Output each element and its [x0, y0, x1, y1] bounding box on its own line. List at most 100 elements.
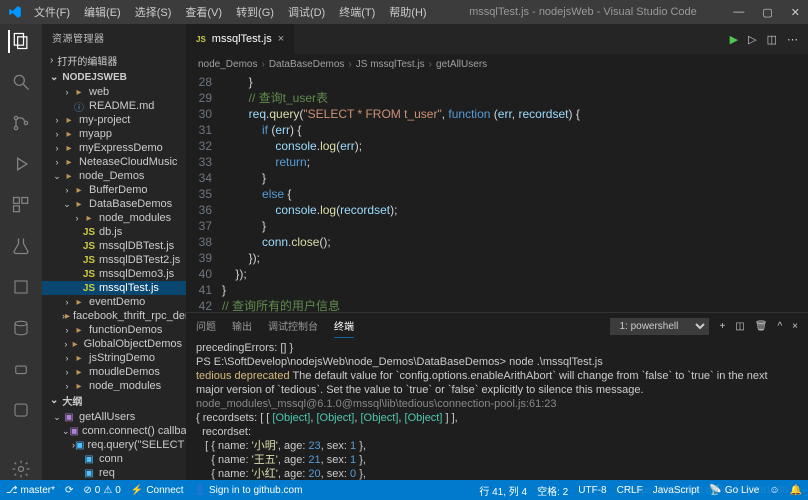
new-terminal-icon[interactable]: +	[719, 321, 725, 332]
encoding[interactable]: UTF-8	[578, 483, 606, 498]
folder-item[interactable]: ›▸myapp	[42, 127, 186, 141]
outline-tree: ⌄▣getAllUsers⌄▣conn.connect() callback›▣…	[42, 410, 186, 480]
gear-icon[interactable]	[9, 457, 33, 480]
feedback-icon[interactable]: ☺	[769, 483, 779, 498]
sidebar-title: 资源管理器	[42, 24, 186, 51]
debug-icon[interactable]	[9, 153, 33, 176]
menu-item[interactable]: 调试(D)	[282, 2, 331, 22]
menu-item[interactable]: 终端(T)	[333, 2, 381, 22]
folder-item[interactable]: ›▸myExpressDemo	[42, 141, 186, 155]
folder-item[interactable]: ›▸eventDemo	[42, 295, 186, 309]
database-icon[interactable]	[9, 316, 33, 339]
folder-item[interactable]: ›▸facebook_thrift_rpc_demo	[42, 309, 186, 323]
folder-item[interactable]: ›▸node_modules	[42, 211, 186, 225]
menu-item[interactable]: 查看(V)	[179, 2, 228, 22]
code-editor[interactable]: 2829303132333435363738394041424344 } // …	[186, 74, 808, 312]
folder-item[interactable]: ⌄▸node_Demos	[42, 169, 186, 183]
status-bar: ⎇master* ⟳ ⊘0 ⚠0 ⚡Connect 👤Sign in to gi…	[0, 480, 808, 500]
outline-item[interactable]: ▣conn	[42, 452, 186, 466]
terminal[interactable]: precedingErrors: [] }PS E:\SoftDevelop\n…	[186, 339, 808, 480]
extra-icon-3[interactable]	[9, 398, 33, 421]
panel-tab[interactable]: 终端	[334, 314, 354, 338]
open-editors-section[interactable]: ›打开的编辑器	[42, 51, 186, 70]
code-content[interactable]: } // 查询t_user表 req.query("SELECT * FROM …	[222, 74, 792, 312]
file-item[interactable]: JSmssqlDemo3.js	[42, 267, 186, 281]
problems-indicator[interactable]: ⊘0 ⚠0	[83, 485, 120, 496]
trash-icon[interactable]: 🗑	[755, 321, 768, 332]
minimize-icon[interactable]: —	[733, 6, 744, 19]
outline-section[interactable]: ⌄大纲	[42, 391, 186, 410]
close-panel-icon[interactable]: ×	[792, 321, 798, 332]
split-terminal-icon[interactable]: ◫	[735, 321, 744, 332]
close-icon[interactable]: ✕	[791, 6, 800, 19]
file-tree: ›▸webⓘREADME.md›▸my-project›▸myapp›▸myEx…	[42, 85, 186, 391]
tab-active[interactable]: JS mssqlTest.js ×	[186, 24, 295, 54]
more-icon[interactable]: ⋯	[787, 33, 798, 46]
folder-item[interactable]: ›▸jsStringDemo	[42, 351, 186, 365]
folder-item[interactable]: ›▸web	[42, 85, 186, 99]
js-icon: JS	[196, 35, 206, 44]
panel-tabs: 问题输出调试控制台终端 1: powershell + ◫ 🗑 ^ ×	[186, 313, 808, 339]
file-item[interactable]: ⓘREADME.md	[42, 99, 186, 113]
panel-tab[interactable]: 调试控制台	[268, 314, 318, 338]
folder-item[interactable]: ›▸GlobalObjectDemos	[42, 337, 186, 351]
close-tab-icon[interactable]: ×	[278, 33, 284, 45]
outline-item[interactable]: ›▣req.query("SELECT * FROM...	[42, 438, 186, 452]
panel-tab[interactable]: 问题	[196, 314, 216, 338]
branch-indicator[interactable]: ⎇master*	[6, 485, 55, 496]
split-editor-icon[interactable]: ◫	[767, 33, 777, 46]
extra-icon-2[interactable]	[9, 357, 33, 380]
menu-item[interactable]: 帮助(H)	[383, 2, 432, 22]
workspace-section[interactable]: ⌄NODEJSWEB	[42, 70, 186, 85]
outline-item[interactable]: ⌄▣conn.connect() callback	[42, 424, 186, 438]
sync-indicator[interactable]: ⟳	[65, 485, 73, 496]
breadcrumb-segment[interactable]: DataBaseDemos	[269, 59, 345, 70]
vscode-icon	[8, 5, 22, 19]
breadcrumb-segment[interactable]: node_Demos	[198, 59, 257, 70]
panel: 问题输出调试控制台终端 1: powershell + ◫ 🗑 ^ × prec…	[186, 312, 808, 480]
menu-item[interactable]: 文件(F)	[28, 2, 76, 22]
bell-icon[interactable]: 🔔	[790, 483, 802, 498]
warning-icon: ⚠	[103, 485, 112, 496]
go-live[interactable]: 📡Go Live	[709, 483, 759, 498]
outline-item[interactable]: ⌄▣getAllUsers	[42, 410, 186, 424]
eol[interactable]: CRLF	[617, 483, 643, 498]
indentation[interactable]: 空格: 2	[537, 483, 568, 498]
folder-item[interactable]: ›▸my-project	[42, 113, 186, 127]
cursor-position[interactable]: 行 41, 列 4	[479, 483, 527, 498]
search-icon[interactable]	[9, 71, 33, 94]
folder-item[interactable]: ›▸BufferDemo	[42, 183, 186, 197]
maximize-panel-icon[interactable]: ^	[777, 321, 782, 332]
menu-item[interactable]: 转到(G)	[230, 2, 280, 22]
folder-item[interactable]: ›▸functionDemos	[42, 323, 186, 337]
folder-item[interactable]: ›▸moudleDemos	[42, 365, 186, 379]
connect-indicator[interactable]: ⚡Connect	[131, 485, 184, 496]
breadcrumb-segment[interactable]: JS mssqlTest.js	[356, 59, 425, 70]
beaker-icon[interactable]	[9, 235, 33, 258]
signin-indicator[interactable]: 👤Sign in to github.com	[194, 485, 303, 496]
panel-tab[interactable]: 输出	[232, 314, 252, 338]
maximize-icon[interactable]: ▢	[762, 6, 772, 19]
breadcrumb[interactable]: node_Demos›DataBaseDemos›JS mssqlTest.js…	[186, 54, 808, 74]
menu-item[interactable]: 选择(S)	[129, 2, 178, 22]
language-mode[interactable]: JavaScript	[653, 483, 700, 498]
folder-item[interactable]: ›▸node_modules	[42, 379, 186, 391]
file-item[interactable]: JSmssqlTest.js	[42, 281, 186, 295]
folder-item[interactable]: ›▸NeteaseCloudMusic	[42, 155, 186, 169]
tab-label: mssqlTest.js	[212, 33, 272, 45]
explorer-icon[interactable]	[8, 30, 32, 53]
outline-item[interactable]: ▣req	[42, 466, 186, 480]
terminal-shell-select[interactable]: 1: powershell	[610, 318, 709, 335]
folder-item[interactable]: ⌄▸DataBaseDemos	[42, 197, 186, 211]
extensions-icon[interactable]	[9, 194, 33, 217]
file-item[interactable]: JSdb.js	[42, 225, 186, 239]
file-item[interactable]: JSmssqlDBTest2.js	[42, 253, 186, 267]
extra-icon-1[interactable]	[9, 275, 33, 298]
source-control-icon[interactable]	[9, 112, 33, 135]
breadcrumb-segment[interactable]: getAllUsers	[436, 59, 487, 70]
run-icon[interactable]: ▶	[730, 33, 738, 46]
menu-item[interactable]: 编辑(E)	[78, 2, 127, 22]
run-debug-icon[interactable]: ▷	[748, 33, 756, 46]
minimap[interactable]	[792, 74, 808, 312]
file-item[interactable]: JSmssqlDBTest.js	[42, 239, 186, 253]
